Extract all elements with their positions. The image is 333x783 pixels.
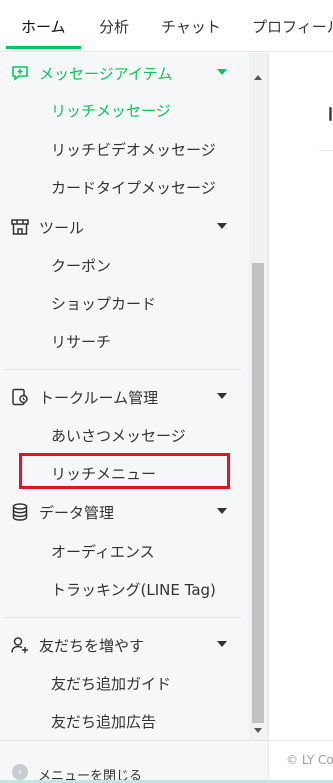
database-icon [10,502,30,522]
caret-down-icon [217,508,227,514]
caret-down-icon [217,223,227,229]
sidebar-divider [4,369,241,370]
sidebar-group-message-items[interactable]: メッセージアイテム [0,55,248,91]
scroll-up-arrow-icon[interactable] [254,75,262,80]
message-item-icon [10,63,30,83]
sidebar-item-friend-add-ads[interactable]: 友だち追加広告 [0,703,248,739]
sidebar-item-card-type-message[interactable]: カードタイプメッセージ [0,169,248,205]
tab-profile[interactable]: プロフィール [252,16,333,37]
sidebar-divider [4,617,241,618]
sidebar-footer: ‹ メニューを閉じる [0,740,268,783]
sidebar-item-label: あいさつメッセージ [51,426,186,445]
sidebar-group-label: ツール [39,218,85,237]
sidebar-item-tracking-line-tag[interactable]: トラッキング(LINE Tag) [0,571,248,607]
sidebar-item-label: オーディエンス [51,542,155,561]
main-footer: © LY Co [269,740,333,783]
sidebar-item-friend-add-guide[interactable]: 友だち追加ガイド [0,665,248,701]
top-tab-bar: ホーム 分析 チャット プロフィール [0,0,333,52]
sidebar-menu: メッセージアイテム リッチメッセージ リッチビデオメッセージ カードタイプメッセ… [0,53,268,740]
chevron-left-icon[interactable]: ‹ [12,764,28,780]
sidebar-group-label: 友だちを増やす [39,636,145,655]
sidebar-item-label: カードタイプメッセージ [51,178,216,197]
tab-chat[interactable]: チャット [161,16,221,37]
talk-room-icon [10,387,30,407]
tab-home[interactable]: ホーム [21,16,66,37]
caret-down-icon [217,393,227,399]
sidebar-item-label: トラッキング(LINE Tag) [51,580,216,599]
page-title: リ [323,97,333,137]
copyright-text: © LY Co [286,753,333,767]
sidebar-item-label: リッチメニュー [51,464,157,483]
caret-down-icon [217,69,227,75]
sidebar-group-talk-room[interactable]: トークルーム管理 [0,379,248,415]
sidebar-item-label: リッチビデオメッセージ [51,140,216,159]
sidebar-item-rich-menu[interactable]: リッチメニュー [0,455,248,491]
sidebar-item-label: リッチメッセージ [51,101,171,120]
scrollbar-thumb[interactable] [252,263,264,723]
sidebar-item-label: リサーチ [51,332,112,351]
sidebar-group-data-management[interactable]: データ管理 [0,494,248,530]
active-tab-indicator [6,46,81,49]
sidebar-group-tools[interactable]: ツール [0,209,248,245]
sidebar-item-rich-video-message[interactable]: リッチビデオメッセージ [0,131,248,167]
sidebar-item-rich-message[interactable]: リッチメッセージ [0,92,248,128]
sidebar-item-coupon[interactable]: クーポン [0,247,248,283]
sidebar-group-label: メッセージアイテム [39,64,173,83]
sidebar-item-shop-card[interactable]: ショップカード [0,285,248,321]
sidebar-group-label: トークルーム管理 [39,388,159,407]
sidebar-item-research[interactable]: リサーチ [0,323,248,359]
sidebar-scrollbar[interactable] [249,53,268,740]
add-friend-icon [10,635,30,655]
sidebar-item-label: 友だち追加ガイド [51,674,172,693]
title-divider [319,150,333,151]
sidebar-item-label: ショップカード [51,294,157,313]
caret-down-icon [217,641,227,647]
sidebar-item-label: 友だち追加広告 [51,712,157,731]
store-icon [10,217,30,237]
sidebar-item-greeting-message[interactable]: あいさつメッセージ [0,417,248,453]
scroll-down-arrow-icon[interactable] [254,728,262,733]
tab-analytics[interactable]: 分析 [99,16,129,37]
sidebar-group-increase-friends[interactable]: 友だちを増やす [0,627,248,663]
sidebar-group-label: データ管理 [39,503,115,522]
sidebar-item-audience[interactable]: オーディエンス [0,533,248,569]
main-content: リ © LY Co [268,53,333,783]
sidebar-item-label: クーポン [51,256,112,275]
